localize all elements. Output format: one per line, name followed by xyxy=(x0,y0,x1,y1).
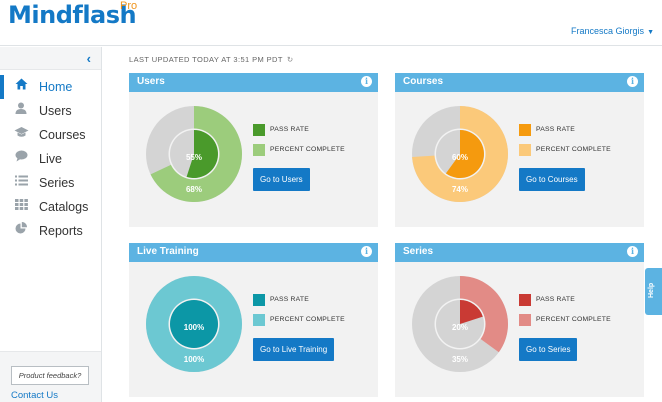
sidebar-item-label: Reports xyxy=(39,224,83,238)
donut-chart: 100% 100% xyxy=(146,276,242,372)
legend-label: PERCENT COMPLETE xyxy=(536,146,611,153)
go-to-users-button[interactable]: Go to Users xyxy=(253,168,310,191)
sidebar-collapse-bar: ‹ xyxy=(0,47,101,70)
legend-swatch xyxy=(253,144,265,156)
legend-label: PASS RATE xyxy=(536,296,575,303)
sidebar-item-label: Live xyxy=(39,152,62,166)
product-feedback-button[interactable]: Product feedback? xyxy=(11,366,89,385)
sidebar-item-label: Catalogs xyxy=(39,200,89,214)
percent-complete-label: 68% xyxy=(186,185,202,194)
help-tab[interactable]: Help xyxy=(645,268,662,315)
card-header: Courses i xyxy=(395,73,644,92)
info-icon[interactable]: i xyxy=(361,246,372,257)
card-title: Courses xyxy=(403,76,444,87)
go-to-courses-button[interactable]: Go to Courses xyxy=(519,168,585,191)
chat-bubble-icon xyxy=(13,147,29,171)
refresh-icon[interactable]: ↻ xyxy=(287,55,294,64)
sidebar-item-home[interactable]: Home xyxy=(0,75,101,99)
legend-swatch xyxy=(519,314,531,326)
home-icon xyxy=(13,75,29,99)
card-series: Series i PASS RATE PERCENT COMPLETE Go to Se… xyxy=(395,243,644,397)
legend-swatch xyxy=(519,294,531,306)
card-courses: Courses i PASS RATE PERCENT COMPLETE Go to C… xyxy=(395,73,644,227)
user-menu[interactable]: Francesca Giorgis ▼ xyxy=(571,26,654,36)
logo-badge: Pro xyxy=(120,0,138,12)
card-header: Series i xyxy=(395,243,644,262)
go-to-series-button[interactable]: Go to Series xyxy=(519,338,578,361)
pass-rate-label: 100% xyxy=(184,323,204,332)
donut-chart: 55% 68% xyxy=(146,106,242,202)
card-users: Users i PASS RATE PERCENT COMPLETE Go to Use… xyxy=(129,73,378,227)
chevron-left-icon[interactable]: ‹ xyxy=(87,51,91,66)
top-bar: Mindflash Pro Francesca Giorgis ▼ xyxy=(0,0,662,46)
contact-us-link[interactable]: Contact Us xyxy=(11,390,58,401)
legend-swatch xyxy=(253,124,265,136)
sidebar-item-live[interactable]: Live xyxy=(0,147,101,171)
sidebar-item-reports[interactable]: Reports xyxy=(0,219,101,243)
sidebar-item-users[interactable]: Users xyxy=(0,99,101,123)
sidebar-item-courses[interactable]: Courses xyxy=(0,123,101,147)
card-header: Live Training i xyxy=(129,243,378,262)
legend-swatch xyxy=(253,314,265,326)
info-icon[interactable]: i xyxy=(361,76,372,87)
legend-swatch xyxy=(253,294,265,306)
sidebar-item-label: Home xyxy=(39,80,73,94)
card-header: Users i xyxy=(129,73,378,92)
pass-rate-label: 20% xyxy=(452,323,468,332)
donut-chart: 60% 74% xyxy=(412,106,508,202)
help-label: Help xyxy=(648,282,655,298)
sidebar-item-label: Courses xyxy=(39,128,86,142)
chevron-down-icon: ▼ xyxy=(647,29,654,36)
sidebar-item-series[interactable]: Series xyxy=(0,171,101,195)
percent-complete-label: 35% xyxy=(452,355,468,364)
legend-label: PERCENT COMPLETE xyxy=(270,316,345,323)
donut-chart: 20% 35% xyxy=(412,276,508,372)
sidebar-item-label: Series xyxy=(39,176,75,190)
legend-swatch xyxy=(519,124,531,136)
sidebar: ‹ Home Users Courses Live Series Catalog… xyxy=(0,47,102,402)
legend-label: PERCENT COMPLETE xyxy=(536,316,611,323)
last-updated-text: LAST UPDATED TODAY AT 3:51 PM PDT xyxy=(129,55,283,64)
pass-rate-label: 60% xyxy=(452,153,468,162)
go-to-live-training-button[interactable]: Go to Live Training xyxy=(253,338,335,361)
user-icon xyxy=(13,99,29,123)
sidebar-item-label: Users xyxy=(39,104,72,118)
pass-rate-label: 55% xyxy=(186,153,202,162)
card-title: Live Training xyxy=(137,246,199,257)
card-live-training: Live Training i PASS RATE PERCENT COMPLETE G… xyxy=(129,243,378,397)
card-title: Users xyxy=(137,76,165,87)
list-icon xyxy=(13,171,29,195)
sidebar-item-catalogs[interactable]: Catalogs xyxy=(0,195,101,219)
info-icon[interactable]: i xyxy=(627,246,638,257)
sidebar-nav: Home Users Courses Live Series Catalogs … xyxy=(0,75,101,243)
legend-label: PERCENT COMPLETE xyxy=(270,146,345,153)
legend-label: PASS RATE xyxy=(270,126,309,133)
app-logo[interactable]: Mindflash xyxy=(8,1,137,29)
legend-label: PASS RATE xyxy=(536,126,575,133)
info-icon[interactable]: i xyxy=(627,76,638,87)
sidebar-footer: Product feedback? Contact Us xyxy=(0,351,101,402)
grid-icon xyxy=(13,195,29,219)
percent-complete-label: 100% xyxy=(184,355,204,364)
last-updated-status: LAST UPDATED TODAY AT 3:51 PM PDT ↻ xyxy=(129,55,294,64)
percent-complete-label: 74% xyxy=(452,185,468,194)
legend-label: PASS RATE xyxy=(270,296,309,303)
card-title: Series xyxy=(403,246,434,257)
legend-swatch xyxy=(519,144,531,156)
graduation-cap-icon xyxy=(13,123,29,147)
pie-chart-icon xyxy=(13,219,29,243)
user-name: Francesca Giorgis xyxy=(571,26,645,36)
